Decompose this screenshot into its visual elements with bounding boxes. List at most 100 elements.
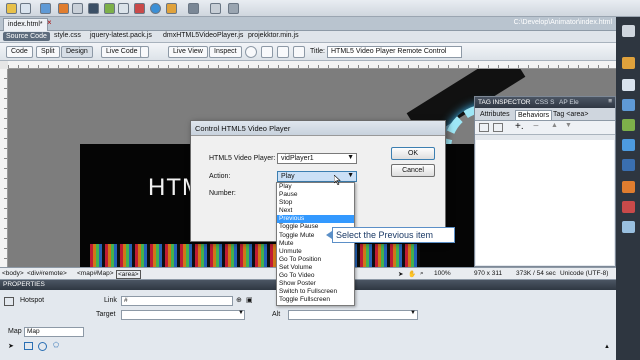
tag-selector-body[interactable]: <body> <box>2 270 24 277</box>
dock-tag-inspector-icon[interactable] <box>622 99 635 111</box>
css-styles-tab[interactable]: CSS S <box>535 99 555 106</box>
dropdown-item[interactable]: Set Volume <box>277 264 354 272</box>
related-file-video-player[interactable]: dmxHTML5VideoPlayer.js <box>163 32 243 39</box>
dropdown-item[interactable]: Go To Video <box>277 272 354 280</box>
edit-icon[interactable] <box>58 3 69 14</box>
alt-label: Alt <box>272 311 281 318</box>
document-tab[interactable]: index.html* <box>3 18 48 31</box>
dropdown-item[interactable]: Next <box>277 207 354 215</box>
show-set-events-icon[interactable] <box>479 123 489 132</box>
circle-hotspot-tool-icon[interactable] <box>38 342 47 351</box>
collapse-properties-icon[interactable]: ▲ <box>604 344 610 350</box>
rectangle-hotspot-tool-icon[interactable] <box>24 342 33 350</box>
refresh-icon[interactable] <box>166 3 177 14</box>
template-icon[interactable] <box>188 3 199 14</box>
library-icon[interactable] <box>210 3 221 14</box>
tab-attributes[interactable]: Attributes <box>478 110 512 119</box>
behaviors-list[interactable] <box>476 140 614 265</box>
player-select[interactable]: vidPlayer1 ▼ <box>277 153 357 164</box>
browser-preview-icon[interactable] <box>245 46 257 58</box>
inspect-button[interactable]: Inspect <box>209 46 242 58</box>
globe-icon[interactable] <box>150 3 161 14</box>
dock-insert-icon[interactable] <box>622 25 635 37</box>
cancel-button[interactable]: Cancel <box>391 164 435 177</box>
zoom-level[interactable]: 100% <box>434 270 451 277</box>
dock-assets-icon[interactable] <box>622 139 635 151</box>
move-down-icon[interactable]: ▼ <box>565 122 572 129</box>
target-select[interactable] <box>121 310 245 320</box>
action-select[interactable]: Play ▼ <box>277 171 357 182</box>
tag-chooser-icon[interactable] <box>228 3 239 14</box>
visual-aids-icon[interactable] <box>277 46 289 58</box>
alt-dropdown-icon[interactable]: ▼ <box>410 310 416 316</box>
dock-files-icon[interactable] <box>622 79 635 91</box>
ok-button[interactable]: OK <box>391 147 435 160</box>
add-behavior-icon[interactable]: +. <box>515 121 524 132</box>
live-code-button[interactable]: Live Code <box>101 46 143 58</box>
dropdown-item[interactable]: Show Poster <box>277 280 354 288</box>
app-toolbar <box>0 0 640 17</box>
tab-behaviors[interactable]: Behaviors <box>515 110 553 120</box>
point-to-file-icon[interactable]: ⊕ <box>236 296 242 304</box>
link-input[interactable]: # <box>121 296 233 306</box>
file-icon[interactable] <box>20 3 31 14</box>
show-all-events-icon[interactable] <box>493 123 503 132</box>
dock-behaviors-icon[interactable] <box>622 181 635 193</box>
dock-ap-icon[interactable] <box>622 221 635 233</box>
pointer-hotspot-tool-icon[interactable]: ➤ <box>8 342 14 350</box>
related-file-source-code[interactable]: Source Code <box>3 32 50 41</box>
tab-tag-area[interactable]: Tag <area> <box>551 110 590 119</box>
tag-selector-area[interactable]: <area> <box>116 270 141 279</box>
dropdown-item[interactable]: Toggle Fullscreen <box>277 296 354 304</box>
map-name-input[interactable]: Map <box>24 327 84 337</box>
document-tab-bar: index.html* × C:\Develop\Animator\index.… <box>0 17 616 31</box>
live-code-options-icon[interactable] <box>140 46 149 58</box>
save-icon[interactable] <box>40 3 51 14</box>
dropdown-item[interactable]: Pause <box>277 191 354 199</box>
media-icon[interactable] <box>118 3 129 14</box>
split-view-button[interactable]: Split <box>36 46 60 58</box>
title-label: Title: <box>310 48 325 55</box>
code-view-button[interactable]: Code <box>6 46 33 58</box>
dock-lightning-icon[interactable] <box>622 57 635 69</box>
image-icon[interactable] <box>104 3 115 14</box>
live-view-button[interactable]: Live View <box>168 46 208 58</box>
tag-inspector-title[interactable]: TAG INSPECTOR <box>478 99 531 106</box>
related-file-style[interactable]: style.css <box>54 32 81 39</box>
title-input[interactable]: HTML5 Video Player Remote Control <box>327 46 462 58</box>
check-page-icon[interactable] <box>293 46 305 58</box>
browse-folder-icon[interactable]: ▣ <box>246 296 253 304</box>
tag-selector-map[interactable]: <map#Map> <box>77 270 114 277</box>
ap-elements-tab[interactable]: AP Ele <box>559 99 579 106</box>
hand-tool-icon[interactable]: ✋ <box>408 270 416 278</box>
player-label: HTML5 Video Player: <box>209 155 276 162</box>
select-tool-icon[interactable]: ➤ <box>398 270 403 278</box>
polygon-hotspot-tool-icon[interactable]: ⬠ <box>53 341 59 349</box>
panel-menu-icon[interactable]: ≡ <box>608 98 612 105</box>
refresh-design-icon[interactable] <box>261 46 273 58</box>
tag-selector-div[interactable]: <div#remote> <box>27 270 67 277</box>
target-dropdown-icon[interactable]: ▼ <box>238 310 244 316</box>
table-icon[interactable] <box>88 3 99 14</box>
dropdown-item[interactable]: Go To Position <box>277 256 354 264</box>
dock-css-icon[interactable] <box>622 119 635 131</box>
remove-behavior-icon[interactable]: − <box>533 121 539 132</box>
dropdown-item[interactable]: Stop <box>277 199 354 207</box>
dock-snippets-icon[interactable] <box>622 159 635 171</box>
related-file-projekktor[interactable]: projekktor.min.js <box>248 32 299 39</box>
dropdown-item[interactable]: Previous <box>277 215 354 224</box>
new-document-icon[interactable] <box>6 3 17 14</box>
dropdown-item[interactable]: Unmute <box>277 248 354 256</box>
close-tab-icon[interactable]: × <box>47 18 52 27</box>
related-file-jquery[interactable]: jquery-latest.pack.js <box>90 32 152 39</box>
window-size[interactable]: 970 x 311 <box>474 270 502 277</box>
zoom-tool-icon[interactable]: ⌕ <box>420 270 424 278</box>
dock-history-icon[interactable] <box>622 201 635 213</box>
grid-icon[interactable] <box>72 3 83 14</box>
alt-input[interactable] <box>288 310 418 320</box>
dropdown-item[interactable]: Switch to Fullscreen <box>277 288 354 296</box>
move-up-icon[interactable]: ▲ <box>551 122 558 129</box>
design-view-button[interactable]: Design <box>61 46 93 58</box>
dropdown-item[interactable]: Play <box>277 183 354 191</box>
widget-icon[interactable] <box>134 3 145 14</box>
